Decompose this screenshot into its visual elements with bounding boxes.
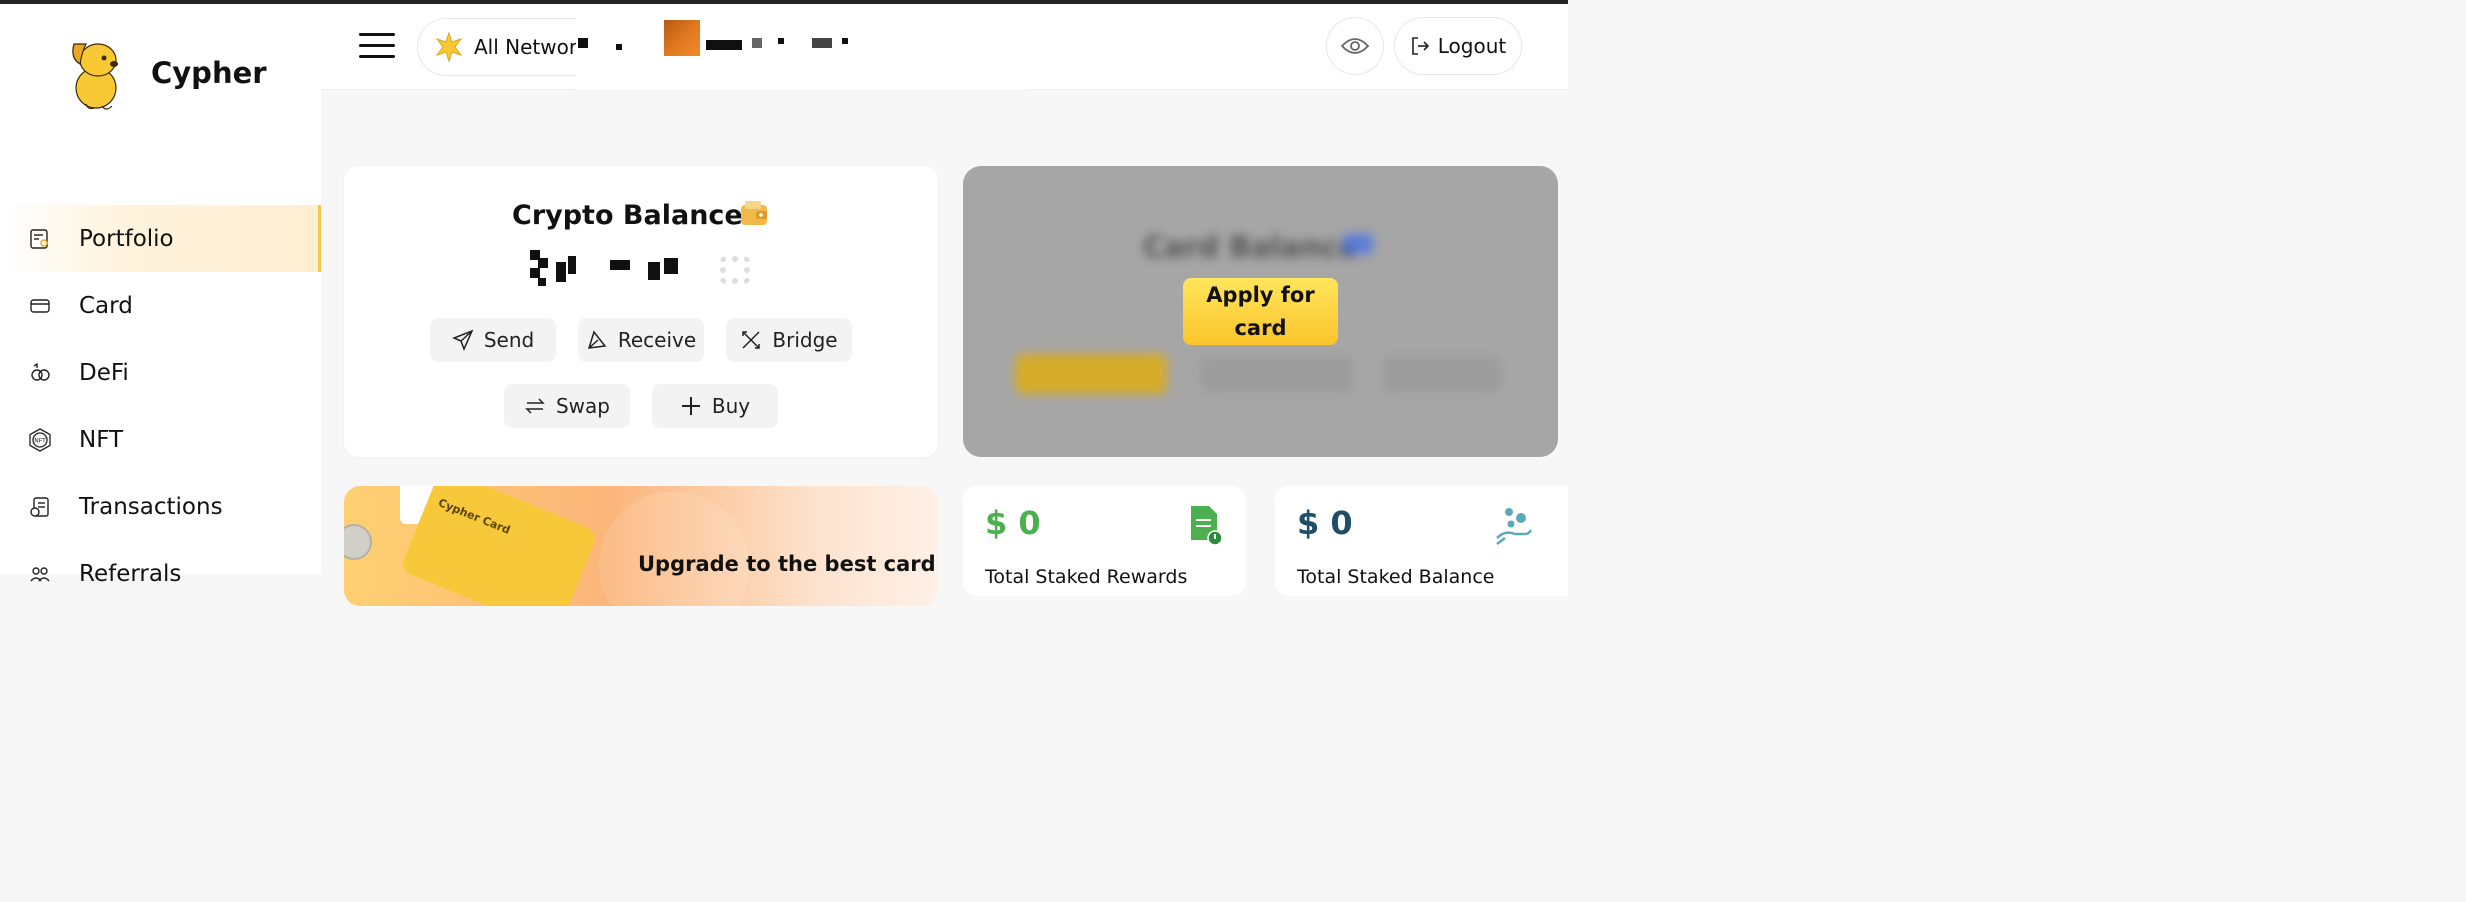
apply-for-card-button[interactable]: Apply for card	[1183, 278, 1338, 345]
sidebar-item-label: DeFi	[79, 359, 129, 386]
sidebar-item-label: NFT	[79, 426, 124, 453]
sidebar-item-card[interactable]: Card	[0, 272, 321, 339]
toggle-visibility-button[interactable]	[1326, 17, 1384, 75]
logout-label: Logout	[1437, 34, 1507, 58]
coin-illustration	[344, 524, 372, 560]
plus-icon	[681, 397, 700, 415]
nft-icon: NFT	[28, 427, 52, 452]
swap-label: Swap	[555, 394, 610, 418]
transactions-icon	[28, 495, 52, 519]
redacted-address-overlay	[576, 2, 1026, 90]
sidebar-item-label: Referrals	[79, 560, 182, 587]
logout-button[interactable]: Logout	[1394, 17, 1522, 75]
sidebar-item-defi[interactable]: DeFi	[0, 339, 321, 406]
sidebar-item-referrals[interactable]: Referrals	[0, 540, 321, 607]
logout-icon	[1411, 37, 1429, 55]
crypto-balance-title: Crypto Balance	[512, 200, 743, 231]
staked-balance-card: $ 0 Total Staked Balance	[1275, 486, 1568, 596]
crypto-balance-card: Crypto Balance Send Receive Bridge Swap …	[344, 166, 938, 457]
blurred-button	[1383, 356, 1501, 392]
buy-label: Buy	[711, 394, 751, 418]
balance-value-redacted	[530, 248, 770, 288]
card-balance-panel: Card Balance Apply for card	[963, 166, 1558, 457]
send-button[interactable]: Send	[430, 318, 556, 362]
bridge-icon	[742, 331, 761, 349]
card-balance-title: Card Balance	[1143, 230, 1358, 264]
staked-rewards-value: $ 0	[985, 504, 1041, 542]
hamburger-menu-button[interactable]	[359, 33, 395, 61]
top-border	[0, 0, 1568, 4]
defi-icon	[28, 361, 52, 385]
receive-button[interactable]: Receive	[578, 318, 704, 362]
portfolio-icon	[28, 227, 52, 251]
send-label: Send	[483, 328, 535, 352]
wallet-icon	[741, 201, 767, 225]
promo-title: Upgrade to the best card	[638, 552, 936, 576]
cypher-card-illustration	[399, 486, 599, 606]
menu-bar	[359, 44, 395, 47]
blurred-button	[1015, 354, 1167, 394]
staked-rewards-card: $ 0 Total Staked Rewards	[963, 486, 1246, 596]
receive-label: Receive	[617, 328, 697, 352]
referrals-icon	[28, 562, 52, 586]
promo-banner[interactable]: Cypher Card Upgrade to the best card	[344, 486, 938, 606]
swap-icon	[525, 398, 545, 414]
sidebar-item-nft[interactable]: NFT NFT	[0, 406, 321, 473]
sidebar-nav: Portfolio Card DeFi NFT NFT Transactions	[0, 205, 321, 607]
staked-balance-value: $ 0	[1297, 504, 1353, 542]
sidebar: Cypher Portfolio Card DeFi NFT NFT Trans…	[0, 4, 321, 587]
svg-text:NFT: NFT	[34, 437, 46, 444]
menu-bar	[359, 55, 395, 58]
brand-name: Cypher	[151, 56, 267, 90]
rewards-document-icon	[1191, 506, 1223, 546]
all-networks-icon	[433, 31, 465, 63]
menu-bar	[359, 33, 395, 36]
sidebar-item-label: Transactions	[79, 493, 223, 520]
buy-button[interactable]: Buy	[652, 384, 778, 428]
staked-balance-label: Total Staked Balance	[1297, 566, 1495, 588]
card-icon	[28, 294, 52, 318]
decorative-circle	[599, 491, 749, 606]
send-icon	[451, 329, 474, 351]
card-chip-icon	[1343, 234, 1373, 254]
receive-icon	[587, 330, 607, 349]
eye-icon	[1340, 38, 1370, 54]
bridge-label: Bridge	[772, 328, 838, 352]
staked-rewards-label: Total Staked Rewards	[985, 566, 1188, 588]
swap-button[interactable]: Swap	[504, 384, 630, 428]
blurred-button	[1201, 356, 1353, 392]
hand-coins-icon	[1496, 508, 1533, 545]
sidebar-item-label: Card	[79, 292, 133, 319]
sidebar-item-portfolio[interactable]: Portfolio	[0, 205, 321, 272]
sidebar-item-transactions[interactable]: Transactions	[0, 473, 321, 540]
cypher-logo	[72, 43, 118, 110]
sidebar-item-label: Portfolio	[79, 225, 174, 252]
top-header: All Networks Logout	[321, 2, 1568, 90]
bridge-button[interactable]: Bridge	[726, 318, 852, 362]
